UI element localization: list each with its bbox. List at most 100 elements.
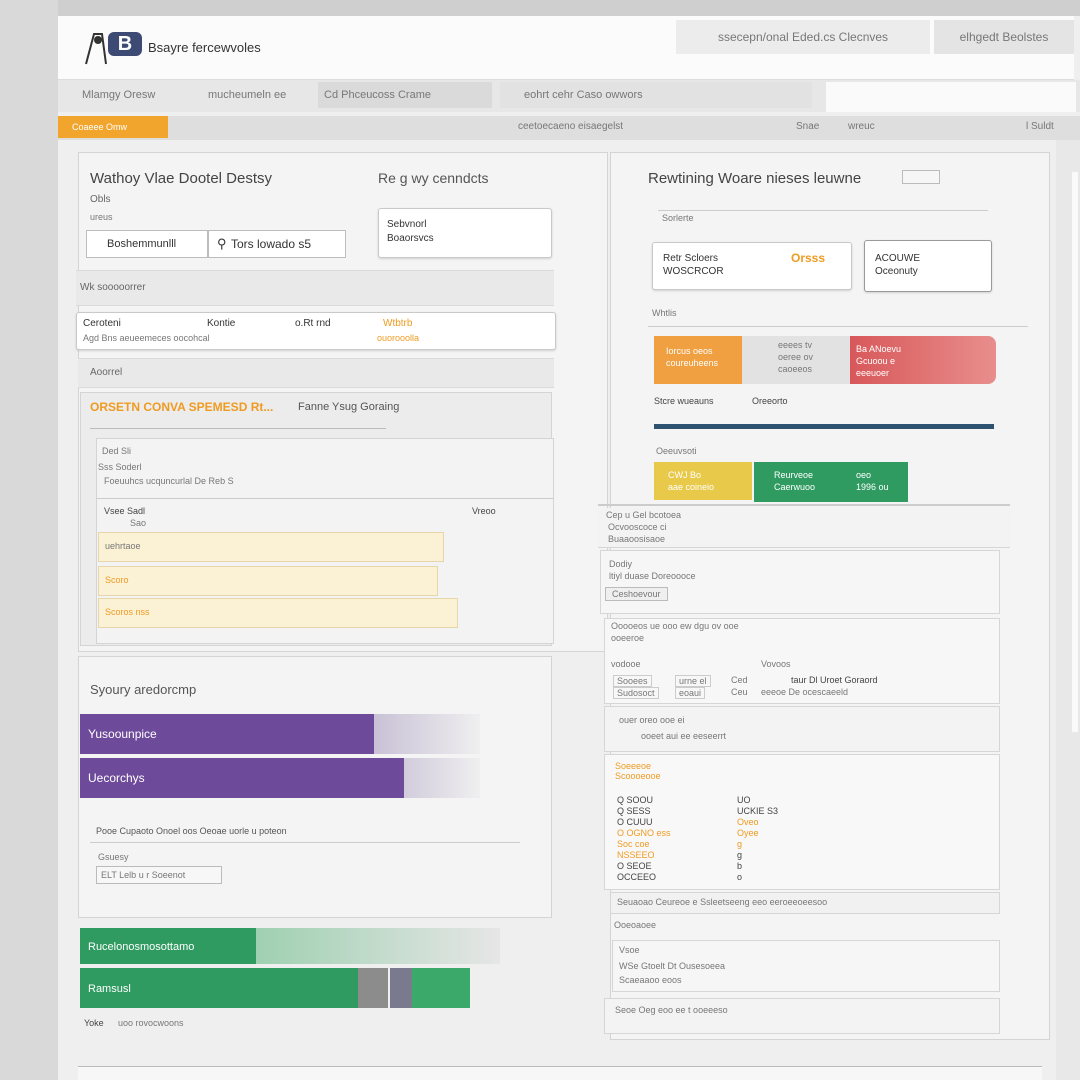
list-i[interactable]: Seoe Oeg eoo ee t ooeeeso: [604, 998, 1000, 1034]
list-c[interactable]: Ooooeos ue ooo ew dgu ov ooe ooeeroe vod…: [604, 618, 1000, 704]
orange-tag-l1: Iorcus oeos: [666, 346, 713, 356]
list-c-col-7: Ceu: [731, 687, 748, 697]
green-tag-r1: oeo: [856, 470, 872, 480]
list-divider: [96, 498, 554, 499]
green-bar-2-label: Ramsusl: [88, 983, 131, 995]
list-row-right: Vreoo: [472, 506, 496, 516]
green-bar-1[interactable]: Rucelonosmosottamo: [80, 928, 256, 964]
list-e-left-6: NSSEEO: [617, 850, 655, 860]
list-h[interactable]: Vsoe WSe Gtoelt Dt Ousesoeea Scaeaaoo eo…: [612, 940, 1000, 992]
brand-name: Bsayre fercewvoles: [148, 40, 261, 55]
list-e-left-5: Soc coe: [617, 839, 650, 849]
right-card-b[interactable]: ACOUWE Oceonuty: [864, 240, 992, 292]
left-data-row[interactable]: Ceroteni Kontie o.Rt rnd Wtbtrb Agd Bns …: [76, 312, 556, 350]
left-subtitle: Obls: [90, 194, 111, 205]
green-bar-2[interactable]: Ramsusl: [80, 968, 358, 1008]
mid-tag-2: oeree ov: [778, 352, 814, 362]
list-e-right-5: g: [737, 839, 743, 849]
purple-bar-2[interactable]: Uecorchys: [80, 758, 404, 798]
detail-divider: [90, 842, 520, 843]
orange-tag[interactable]: Iorcus oeos coureuheens: [654, 336, 742, 384]
section-a-header: [76, 270, 554, 306]
list-e-left-4: O OGNO ess: [617, 828, 671, 838]
detail-box-text: ELT Lelb u r Soeenot: [101, 870, 186, 880]
scrollbar-thumb[interactable]: [1072, 172, 1078, 732]
row-col-3: o.Rt rnd: [295, 318, 331, 329]
right-title-control[interactable]: [902, 170, 940, 184]
menu-item-1[interactable]: Mlamgy Oresw: [82, 82, 155, 108]
list-e-right: UO UCKIE S3 Oveo Oyee g g b o: [737, 795, 778, 883]
menu-search-area[interactable]: [826, 82, 1076, 112]
left-title: Wathoy Vlae Dootel Destsy: [90, 170, 273, 187]
red-tag[interactable]: Ba ANoevu Gcuoou e eeeuoer: [850, 336, 996, 384]
list-b-button[interactable]: Ceshoevour: [605, 587, 668, 601]
section-b-header: [78, 358, 554, 388]
list-e-right-7: b: [737, 861, 743, 871]
right-tiny: Sorlerte: [662, 213, 694, 223]
footer-b: uoo rovocwoons: [118, 1018, 184, 1028]
detail-label: Gsuesy: [98, 852, 129, 862]
right-section-a: Whtlis: [652, 308, 677, 318]
right-divider-3: [598, 504, 1010, 506]
header-link-secondary[interactable]: elhgedt Beolstes: [934, 20, 1074, 54]
right-card-b-l2: Oceonuty: [875, 266, 918, 277]
purple-bar-1-fade: [374, 714, 480, 754]
orange-heading: ORSETN CONVA SPEMESD Rt...: [90, 400, 274, 414]
toolbar-badge[interactable]: Coaeee Omw: [58, 116, 168, 138]
list-b[interactable]: Dodiy ltiyl duase Doreoooce Ceshoevour: [600, 550, 1000, 614]
list-h-3: Scaeaaoo eoos: [619, 975, 682, 985]
right-card-a-badge: Orsss: [791, 251, 826, 265]
green-tag[interactable]: Reurveoe Caerwuoo oeo 1996 ou: [754, 462, 908, 502]
toolbar-far-right[interactable]: l Suldt: [1026, 116, 1054, 138]
row-sub: Agd Bns aeueemeces oocohcal: [83, 333, 210, 343]
yellow-row-2[interactable]: Scoro: [98, 566, 438, 596]
list-e-right-8: o: [737, 872, 743, 882]
yellow-tag[interactable]: CWJ Bo aae coineio: [654, 462, 752, 500]
purple-bar-1[interactable]: Yusoounpice: [80, 714, 374, 754]
list-a[interactable]: Cep u Gel bcotoea Ocvooscoce ci Buaaoosi…: [598, 508, 1010, 548]
right-card-a[interactable]: Retr Scloers WOSCRCOR Orsss: [652, 242, 852, 290]
left-input-label[interactable]: Boshemmunlll: [86, 230, 208, 258]
list-e-left-2: Q SESS: [617, 806, 651, 816]
toolbar-center: ceetoecaeno eisaegelst: [518, 121, 624, 132]
yellow-row-1[interactable]: uehrtaoe: [98, 532, 444, 562]
menu-item-2[interactable]: mucheumeln ee: [208, 82, 286, 108]
divider: [90, 428, 386, 429]
list-b-2: ltiyl duase Doreoooce: [609, 571, 696, 581]
list-d-2: ooeet aui ee eeseerrt: [641, 731, 727, 741]
list-e-left-3: O CUUU: [617, 817, 653, 827]
purple-bar-2-fade: [404, 758, 480, 798]
bottom-bar: [78, 1066, 1042, 1080]
toolbar-right-b[interactable]: wreuc: [848, 116, 875, 138]
top-strip: [58, 0, 1080, 16]
menu-item-4[interactable]: eohrt cehr Caso owwors: [524, 82, 643, 108]
left-search-input[interactable]: ⚲ Tors lowado s5: [208, 230, 346, 258]
list-h-2: WSe Gtoelt Dt Ousesoeea: [619, 961, 726, 971]
yellow-row-1-label: uehrtaoe: [105, 541, 141, 551]
list-line: Foeuuhcs ucquncurlal De Reb S: [104, 476, 234, 486]
yellow-row-3[interactable]: Scoros nss: [98, 598, 458, 628]
list-a-2: Ocvooscoce ci: [608, 522, 667, 532]
menu-item-3[interactable]: Cd Phceucoss Crame: [324, 82, 431, 108]
list-d[interactable]: ouer oreo ooe ei ooeet aui ee eeseerrt: [604, 706, 1000, 752]
row-col-2: Kontie: [207, 318, 236, 329]
detail-box[interactable]: ELT Lelb u r Soeenot: [96, 866, 222, 884]
list-c-col-4: taur Dl Uroet Goraord: [791, 675, 878, 685]
green-tag-r2: 1996 ou: [856, 482, 889, 492]
toolbar-right-a[interactable]: Snae: [796, 116, 819, 138]
row-col-1: Ceroteni: [83, 318, 121, 329]
yellow-tag-2: aae coineio: [668, 482, 715, 492]
header-link-primary[interactable]: ssecepn/onal Eded.cs Clecnves: [676, 20, 930, 54]
list-b-1: Dodiy: [609, 559, 633, 569]
legend-b: Oreeorto: [752, 396, 788, 406]
mid-tag-1: eeees tv: [778, 340, 813, 350]
logo-badge: B: [108, 32, 142, 56]
mid-tag[interactable]: eeees tv oeree ov caoeeos: [742, 336, 850, 384]
list-f[interactable]: Seuaoao Ceureoe e Ssleetseeng eeo eeroee…: [610, 892, 1000, 914]
list-e-sub: Scoooeooe: [615, 771, 661, 781]
purple-bar-1-label: Yusoounpice: [88, 727, 157, 741]
list-head: Ded Sli: [102, 446, 132, 456]
right-divider: [658, 210, 988, 211]
list-e: Soeeeoe Scoooeooe Q SOOU Q SESS O CUUU O…: [604, 754, 1000, 890]
search-card[interactable]: Sebvnorl Boaorsvcs: [378, 208, 552, 258]
